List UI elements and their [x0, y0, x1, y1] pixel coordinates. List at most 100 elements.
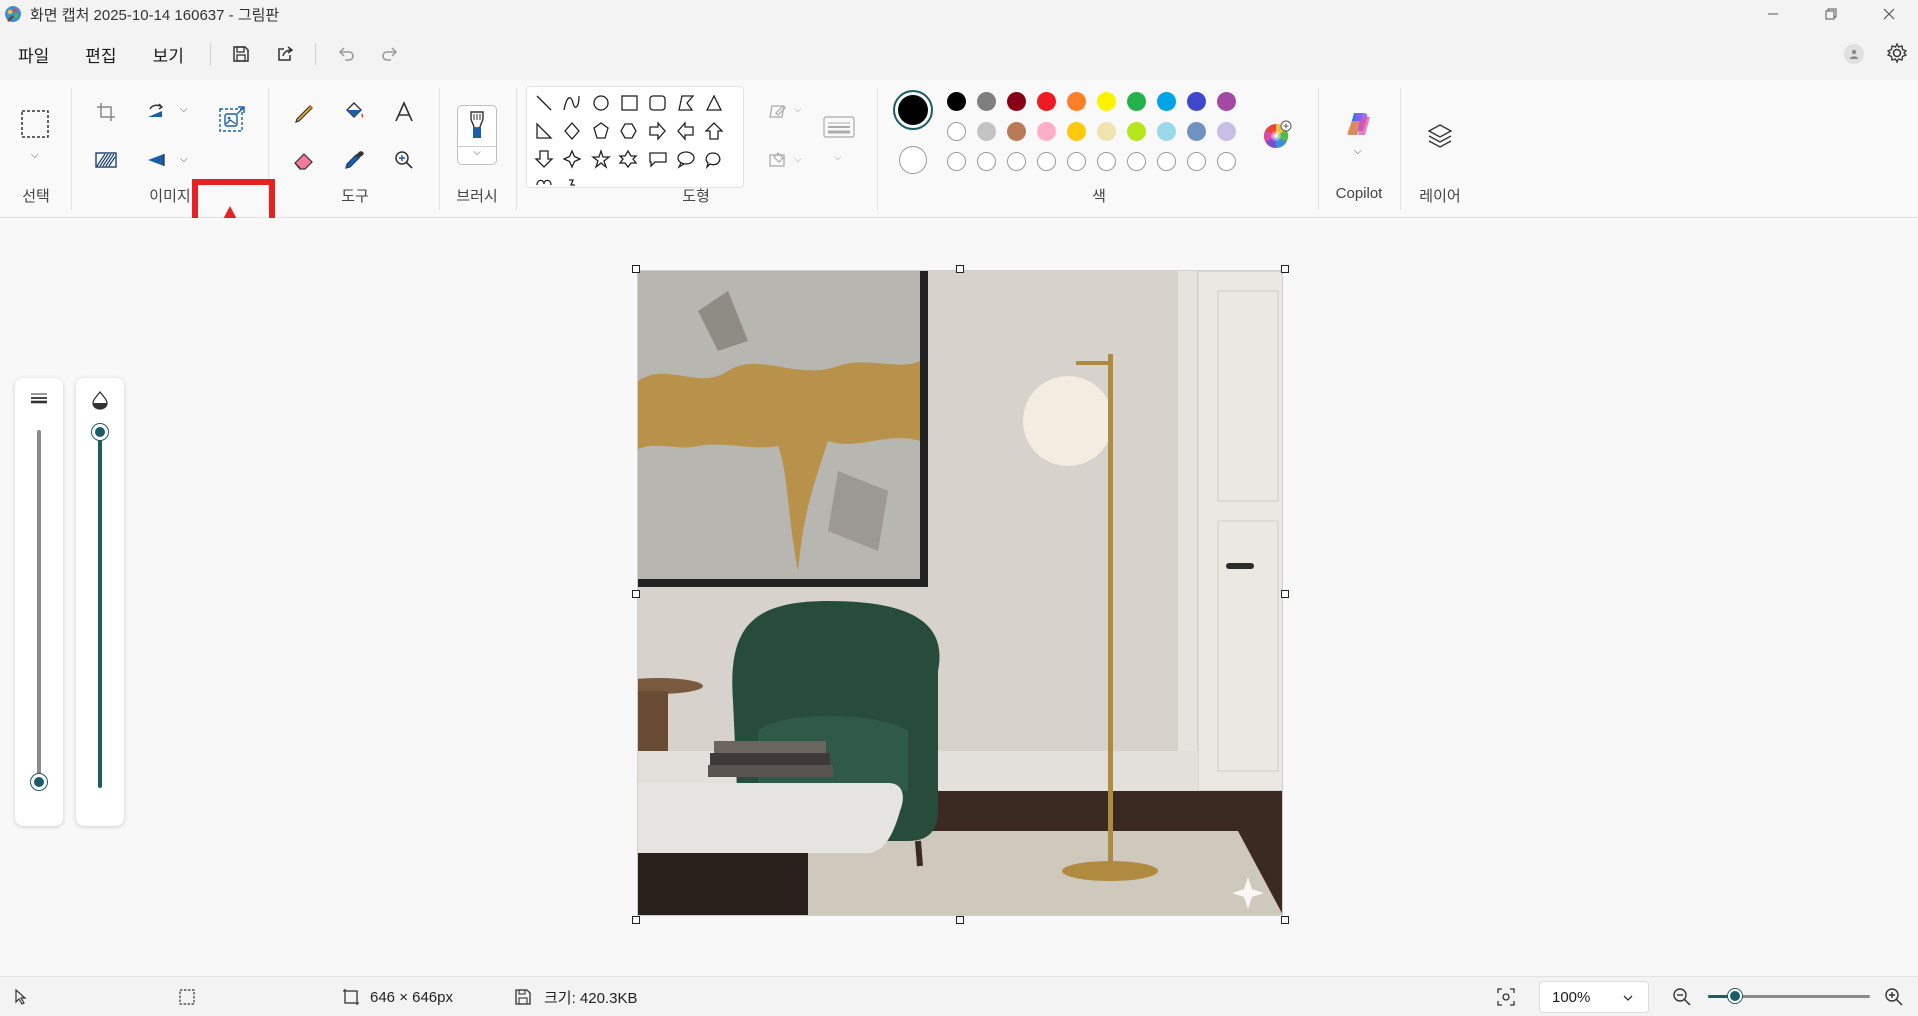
- stroke-size-dropdown-caret[interactable]: ⌵: [834, 152, 842, 163]
- right-triangle-shape-icon[interactable]: [536, 122, 553, 139]
- oval-shape-icon[interactable]: [593, 95, 609, 111]
- five-point-star-shape-icon[interactable]: [591, 148, 611, 169]
- rectangle-shape-icon[interactable]: [621, 95, 638, 111]
- settings-button[interactable]: [1886, 42, 1908, 67]
- share-button[interactable]: [263, 32, 307, 76]
- restore-button[interactable]: [1802, 0, 1860, 28]
- color-swatch[interactable]: [1217, 92, 1236, 111]
- custom-color-slot[interactable]: [1187, 152, 1206, 171]
- redo-button[interactable]: [368, 32, 412, 76]
- curve-shape-icon[interactable]: [563, 95, 580, 111]
- color-swatch[interactable]: [1187, 92, 1206, 111]
- size-slider-thumb[interactable]: [31, 774, 47, 790]
- minimize-button[interactable]: [1744, 0, 1802, 28]
- zoom-slider[interactable]: [1708, 989, 1870, 1003]
- edit-colors-button[interactable]: [1262, 120, 1292, 150]
- color-swatch[interactable]: [1037, 122, 1056, 141]
- custom-color-slot[interactable]: [1157, 152, 1176, 171]
- zoom-in-button[interactable]: [1884, 977, 1904, 1016]
- zoom-out-button[interactable]: [1672, 977, 1692, 1016]
- copilot-dropdown-caret[interactable]: ⌵: [1354, 146, 1362, 157]
- rectangular-callout-shape-icon[interactable]: [649, 152, 667, 168]
- color-swatch[interactable]: [1007, 92, 1026, 111]
- save-button[interactable]: [219, 32, 263, 76]
- canvas-image[interactable]: [637, 270, 1283, 916]
- color-swatch[interactable]: [947, 122, 966, 141]
- oval-callout-shape-icon[interactable]: [677, 151, 695, 169]
- stroke-size-button[interactable]: [819, 108, 859, 148]
- resize-handle-top-center[interactable]: [956, 265, 964, 273]
- copilot-button[interactable]: [1339, 104, 1379, 144]
- cloud-callout-shape-icon[interactable]: [705, 152, 721, 170]
- six-point-star-shape-icon[interactable]: [618, 149, 638, 169]
- color-swatch[interactable]: [1067, 92, 1086, 111]
- custom-color-slot[interactable]: [1037, 152, 1056, 171]
- color-swatch[interactable]: [1067, 122, 1086, 141]
- primary-color-swatch[interactable]: [893, 90, 933, 130]
- custom-color-slot[interactable]: [1007, 152, 1026, 171]
- resize-handle-top-left[interactable]: [632, 265, 640, 273]
- rounded-rectangle-shape-icon[interactable]: [649, 95, 666, 111]
- custom-color-slot[interactable]: [1127, 152, 1146, 171]
- right-arrow-shape-icon[interactable]: [649, 121, 666, 141]
- resize-handle-middle-right[interactable]: [1281, 590, 1289, 598]
- pentagon-shape-icon[interactable]: [593, 122, 609, 139]
- custom-color-slot[interactable]: [1097, 152, 1116, 171]
- resize-handle-bottom-right[interactable]: [1281, 916, 1289, 924]
- flip-button[interactable]: [136, 140, 176, 180]
- zoom-slider-thumb[interactable]: [1728, 989, 1742, 1003]
- opacity-slider-thumb[interactable]: [92, 424, 108, 440]
- shape-fill-dropdown-caret[interactable]: ⌵: [794, 154, 802, 165]
- brush-dropdown-caret[interactable]: ⌵: [458, 146, 496, 164]
- color-swatch[interactable]: [1037, 92, 1056, 111]
- color-swatch[interactable]: [1157, 92, 1176, 111]
- color-swatch[interactable]: [1097, 92, 1116, 111]
- size-slider-track[interactable]: [37, 430, 41, 790]
- color-swatch[interactable]: [1127, 92, 1146, 111]
- left-arrow-shape-icon[interactable]: [677, 121, 694, 141]
- custom-color-slot[interactable]: [977, 152, 996, 171]
- custom-color-slot[interactable]: [1217, 152, 1236, 171]
- shape-fill-button[interactable]: [758, 140, 798, 180]
- up-arrow-shape-icon[interactable]: [704, 122, 724, 140]
- custom-color-slot[interactable]: [947, 152, 966, 171]
- rotate-dropdown-caret[interactable]: ⌵: [180, 104, 188, 115]
- menu-edit[interactable]: 편집: [67, 42, 134, 67]
- close-button[interactable]: [1860, 0, 1918, 28]
- custom-color-slot[interactable]: [1067, 152, 1086, 171]
- down-arrow-shape-icon[interactable]: [534, 150, 554, 168]
- resize-handle-bottom-left[interactable]: [632, 916, 640, 924]
- select-tool-button[interactable]: [15, 104, 55, 144]
- diamond-shape-icon[interactable]: [564, 122, 580, 140]
- hexagon-shape-icon[interactable]: [620, 123, 637, 139]
- polygon-shape-icon[interactable]: [678, 95, 695, 111]
- triangle-shape-icon[interactable]: [705, 94, 723, 111]
- heart-shape-icon[interactable]: [536, 179, 552, 186]
- remove-background-button[interactable]: [86, 140, 126, 180]
- crop-button[interactable]: [86, 92, 126, 132]
- line-shape-icon[interactable]: [536, 95, 552, 111]
- color-swatch[interactable]: [1157, 122, 1176, 141]
- shape-outline-button[interactable]: [758, 92, 798, 132]
- pencil-button[interactable]: [284, 92, 324, 132]
- account-button[interactable]: [1844, 44, 1864, 64]
- undo-button[interactable]: [324, 32, 368, 76]
- brush-button[interactable]: ⌵: [457, 105, 497, 165]
- text-button[interactable]: [384, 92, 424, 132]
- color-swatch[interactable]: [1097, 122, 1116, 141]
- secondary-color-swatch[interactable]: [899, 146, 927, 174]
- menu-view[interactable]: 보기: [135, 42, 202, 67]
- fill-button[interactable]: [334, 92, 374, 132]
- color-swatch[interactable]: [947, 92, 966, 111]
- color-picker-button[interactable]: [334, 140, 374, 180]
- opacity-slider-track[interactable]: [98, 432, 102, 788]
- menu-file[interactable]: 파일: [0, 42, 67, 67]
- rotate-button[interactable]: [136, 92, 176, 132]
- color-swatch[interactable]: [977, 122, 996, 141]
- flip-dropdown-caret[interactable]: ⌵: [180, 154, 188, 165]
- four-point-star-shape-icon[interactable]: [562, 149, 582, 169]
- layers-button[interactable]: [1420, 116, 1460, 156]
- fit-to-window-button[interactable]: [1496, 977, 1516, 1016]
- color-swatch[interactable]: [977, 92, 996, 111]
- color-swatch[interactable]: [1187, 122, 1206, 141]
